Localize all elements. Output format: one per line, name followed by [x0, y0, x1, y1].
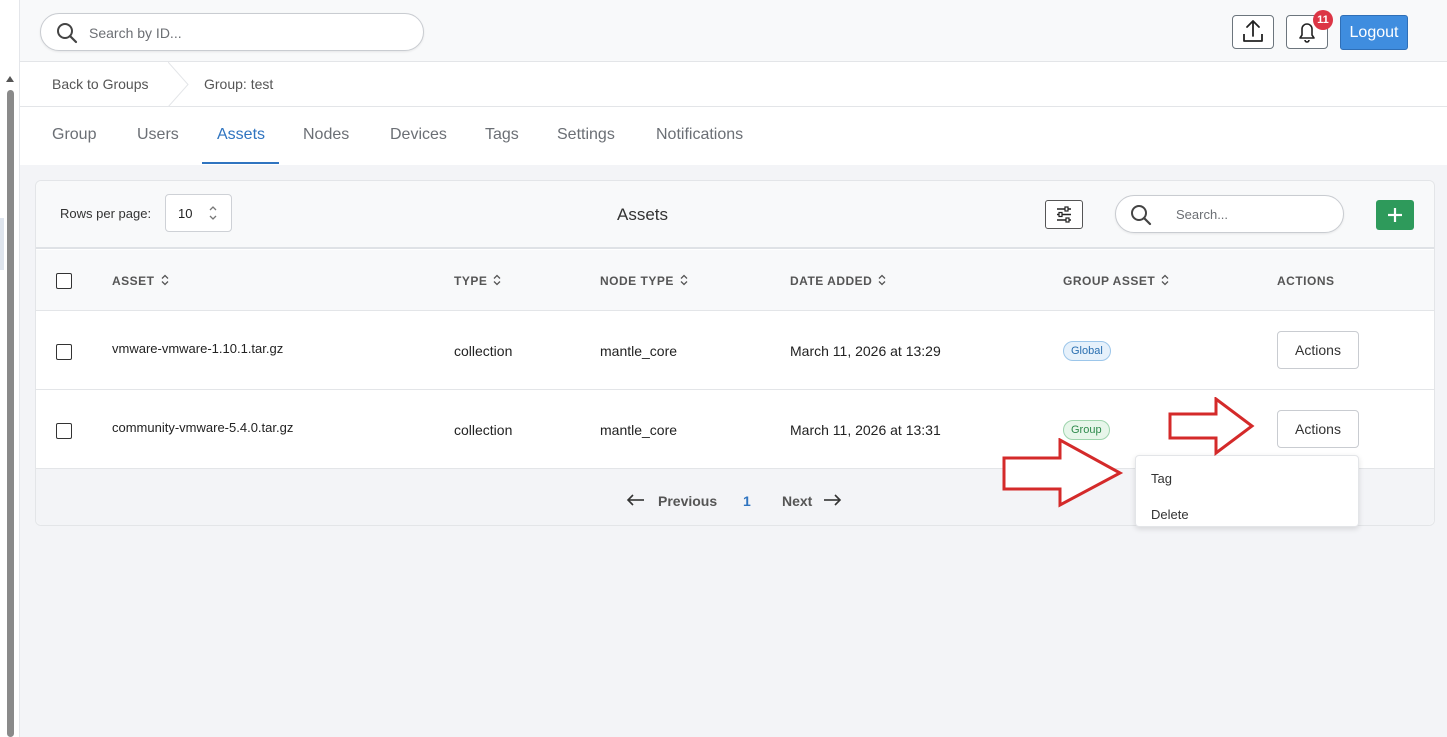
- upload-button[interactable]: [1232, 15, 1274, 49]
- breadcrumb-back-to-groups[interactable]: Back to Groups: [52, 76, 149, 92]
- scroll-thumb[interactable]: [7, 90, 14, 737]
- sort-icon: [878, 274, 886, 286]
- menu-item-tag[interactable]: Tag: [1151, 471, 1172, 486]
- asset-node-type: mantle_core: [600, 343, 678, 359]
- row-actions-button[interactable]: Actions: [1277, 410, 1359, 448]
- menu-item-delete[interactable]: Delete: [1151, 507, 1189, 522]
- row-checkbox[interactable]: [56, 344, 72, 360]
- column-header-asset-label: ASSET: [112, 274, 155, 288]
- upload-icon: [1243, 20, 1263, 42]
- row-checkbox[interactable]: [56, 423, 72, 439]
- tab-users[interactable]: Users: [137, 126, 179, 144]
- table-header-row: ASSET TYPE NODE TYPE DATE ADDED GROUP AS…: [36, 250, 1434, 311]
- app-root: Search by ID... 11 Logout Back to Groups…: [20, 0, 1447, 737]
- plus-icon: [1388, 208, 1402, 222]
- tab-group[interactable]: Group: [52, 126, 96, 144]
- sort-icon: [161, 274, 168, 286]
- column-header-actions: ACTIONS: [1277, 274, 1335, 288]
- browser-scrollbar[interactable]: [0, 0, 20, 737]
- actions-dropdown-menu: Tag Delete: [1135, 455, 1359, 527]
- arrow-right-icon[interactable]: [822, 494, 842, 506]
- assets-search-placeholder: Search...: [1176, 207, 1229, 222]
- previous-page-button[interactable]: Previous: [658, 493, 717, 509]
- asset-name: vmware-vmware-1.10.1.tar.gz: [112, 341, 284, 356]
- next-page-button[interactable]: Next: [782, 493, 812, 509]
- select-all-checkbox[interactable]: [56, 273, 72, 289]
- column-header-asset[interactable]: ASSET: [112, 274, 169, 288]
- asset-node-type: mantle_core: [600, 422, 678, 438]
- table-row: vmware-vmware-1.10.1.tar.gz collection m…: [36, 311, 1434, 390]
- top-header: Search by ID... 11 Logout: [20, 0, 1447, 62]
- asset-date-added: March 11, 2026 at 13:29: [790, 343, 941, 359]
- asset-type: collection: [454, 343, 513, 359]
- column-header-date-added[interactable]: DATE ADDED: [790, 274, 886, 288]
- tab-assets[interactable]: Assets: [217, 126, 265, 144]
- asset-type: collection: [454, 422, 513, 438]
- column-header-node-type-label: NODE TYPE: [600, 274, 674, 288]
- scroll-up-arrow-icon[interactable]: [6, 76, 14, 82]
- breadcrumb: Back to Groups Group: test: [20, 62, 1447, 107]
- column-header-type-label: TYPE: [454, 274, 488, 288]
- rows-per-page-label: Rows per page:: [60, 206, 152, 221]
- tab-bar: Group Users Assets Nodes Devices Tags Se…: [20, 107, 1447, 165]
- column-header-group-asset-label: GROUP ASSET: [1063, 274, 1156, 288]
- breadcrumb-separator-icon: [168, 62, 189, 107]
- sort-icon: [680, 274, 688, 286]
- column-header-group-asset[interactable]: GROUP ASSET: [1063, 274, 1169, 288]
- select-chevron-icon: [209, 206, 217, 220]
- arrow-left-icon[interactable]: [626, 494, 646, 506]
- annotation-arrow-icon: [1168, 397, 1255, 456]
- id-search-input[interactable]: Search by ID...: [40, 13, 424, 51]
- row-actions-button[interactable]: Actions: [1277, 331, 1359, 369]
- sort-icon: [493, 274, 501, 286]
- id-search-placeholder: Search by ID...: [89, 25, 182, 41]
- column-header-date-added-label: DATE ADDED: [790, 274, 873, 288]
- rows-per-page-select[interactable]: 10: [165, 194, 232, 232]
- tab-notifications[interactable]: Notifications: [656, 126, 743, 144]
- column-header-type[interactable]: TYPE: [454, 274, 501, 288]
- logout-button[interactable]: Logout: [1340, 15, 1408, 50]
- sliders-icon: [1057, 206, 1071, 223]
- group-asset-badge: Global: [1063, 341, 1111, 361]
- search-icon: [1131, 205, 1152, 226]
- tab-tags[interactable]: Tags: [485, 126, 519, 144]
- column-header-node-type[interactable]: NODE TYPE: [600, 274, 688, 288]
- assets-search-input[interactable]: Search...: [1115, 195, 1344, 233]
- search-icon: [57, 23, 78, 44]
- group-asset-badge: Group: [1063, 420, 1110, 440]
- rows-per-page-value: 10: [178, 206, 193, 221]
- page-number-1[interactable]: 1: [743, 493, 751, 509]
- filter-settings-button[interactable]: [1045, 200, 1083, 229]
- assets-card-header: Rows per page: 10 Assets Search...: [36, 181, 1434, 249]
- asset-date-added: March 11, 2026 at 13:31: [790, 422, 941, 438]
- notification-count-badge: 11: [1313, 10, 1333, 30]
- tab-devices[interactable]: Devices: [390, 126, 447, 144]
- tab-nodes[interactable]: Nodes: [303, 126, 349, 144]
- tab-settings[interactable]: Settings: [557, 126, 615, 144]
- annotation-arrow-icon: [1002, 438, 1124, 508]
- sort-icon: [1161, 274, 1169, 286]
- card-title: Assets: [617, 205, 669, 224]
- active-tab-indicator: [202, 162, 279, 164]
- add-asset-button[interactable]: [1376, 200, 1414, 230]
- breadcrumb-current-group: Group: test: [204, 76, 274, 92]
- asset-name: community-vmware-5.4.0.tar.gz: [112, 420, 294, 435]
- scroll-marker: [0, 218, 4, 270]
